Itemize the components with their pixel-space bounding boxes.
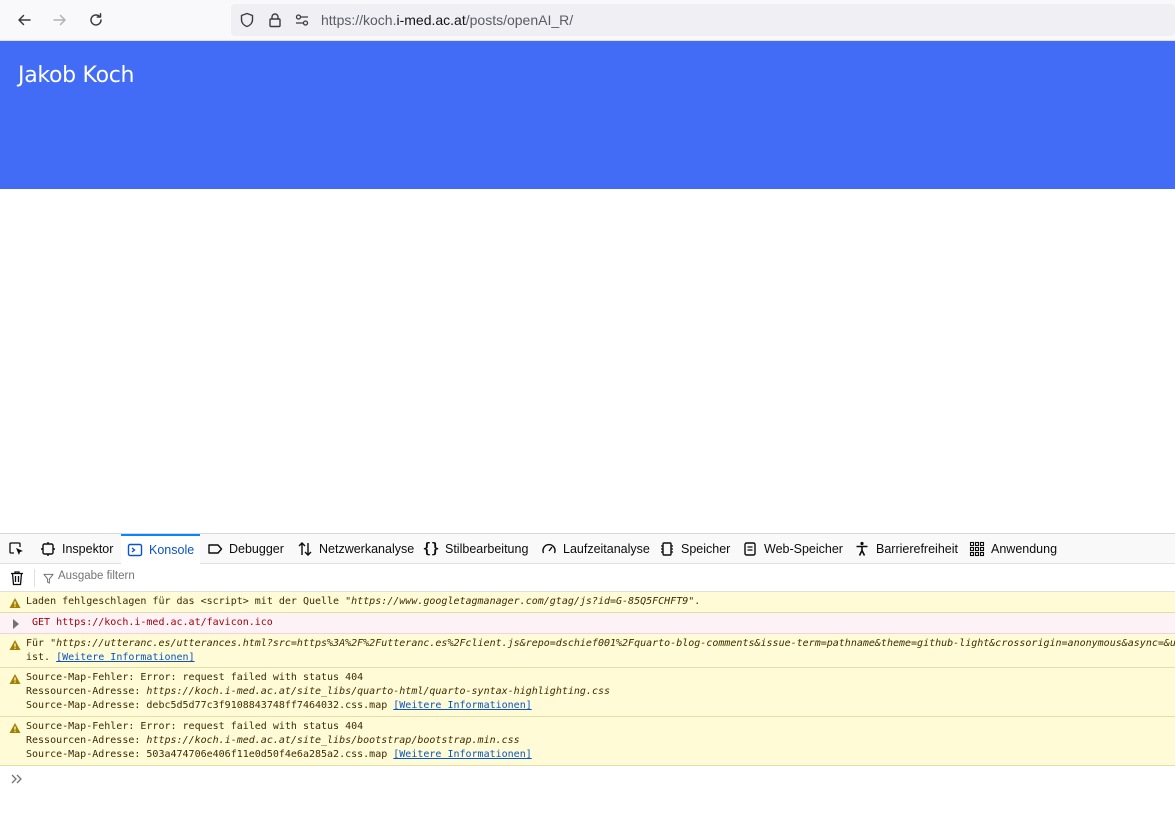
message-text: Source-Map-Adresse: 503a474706e406f11e0d… xyxy=(0,748,1175,762)
devtools-panel: Inspektor Konsole Debugger Netzwerkanaly… xyxy=(0,533,1175,831)
learn-more-link[interactable]: [Weitere Informationen] xyxy=(393,749,531,760)
message-part: Source-Map-Adresse: debc5d5d77c3f9108843… xyxy=(26,700,388,711)
console-message-warning[interactable]: Für "https://utteranc.es/utterances.html… xyxy=(0,634,1175,668)
console-input-row[interactable] xyxy=(0,766,1175,792)
site-title[interactable]: Jakob Koch xyxy=(18,63,134,88)
accessibility-icon xyxy=(854,541,870,557)
console-output: Laden fehlgeschlagen für das <script> mi… xyxy=(0,592,1175,792)
message-text: GET https://koch.i-med.ac.at/favicon.ico xyxy=(0,616,1175,630)
console-message-warning[interactable]: Laden fehlgeschlagen für das <script> mi… xyxy=(0,592,1175,613)
message-text: Laden fehlgeschlagen für das <script> mi… xyxy=(0,595,1175,609)
performance-icon xyxy=(541,541,557,557)
message-url: https://utteranc.es/utterances.html?src=… xyxy=(56,638,1175,649)
learn-more-link[interactable]: [Weitere Informationen] xyxy=(393,700,531,711)
storage-icon xyxy=(742,541,758,557)
forward-button[interactable] xyxy=(48,8,72,32)
warning-icon xyxy=(9,723,21,733)
tab-label: Barrierefreiheit xyxy=(876,542,958,556)
tab-style-editor[interactable]: {} Stilbearbeitung xyxy=(422,534,529,564)
message-part: Source-Map-Adresse: 503a474706e406f11e0d… xyxy=(26,749,388,760)
message-part: Ressourcen-Adresse: xyxy=(26,735,147,746)
tab-label: Web-Speicher xyxy=(764,542,843,556)
message-url: https://koch.i-med.ac.at/site_libs/boots… xyxy=(146,735,520,746)
tab-inspector[interactable]: Inspektor xyxy=(40,534,113,564)
console-filterbar xyxy=(0,564,1175,592)
console-filter-input[interactable] xyxy=(58,570,358,582)
prompt-chevrons-icon xyxy=(11,774,22,784)
filter-separator xyxy=(34,569,35,587)
message-part: Ressourcen-Adresse: xyxy=(26,686,147,697)
console-message-network-error[interactable]: GET https://koch.i-med.ac.at/favicon.ico xyxy=(0,613,1175,634)
message-text: Source-Map-Adresse: debc5d5d77c3f9108843… xyxy=(0,699,1175,713)
warning-icon xyxy=(9,598,21,608)
tab-memory[interactable]: Speicher xyxy=(659,534,730,564)
tab-label: Konsole xyxy=(149,543,195,557)
message-text: ist. [Weitere Informationen] xyxy=(0,651,1175,665)
debugger-icon xyxy=(207,541,223,557)
message-part: Laden fehlgeschlagen für das <script> mi… xyxy=(26,596,352,607)
site-header: Jakob Koch xyxy=(0,41,1175,189)
warning-icon xyxy=(9,674,21,684)
tab-label: Laufzeitanalyse xyxy=(563,542,650,556)
element-picker-icon[interactable] xyxy=(8,541,24,557)
message-part: Für " xyxy=(26,638,57,649)
back-button[interactable] xyxy=(12,8,36,32)
url-prefix: https://koch. xyxy=(321,12,397,28)
network-icon xyxy=(297,541,313,557)
message-text: Source-Map-Fehler: Error: request failed… xyxy=(26,672,364,683)
message-text: Ressourcen-Adresse: https://koch.i-med.a… xyxy=(0,685,1175,699)
browser-toolbar: https://koch.i-med.ac.at/posts/openAI_R/ xyxy=(0,0,1175,41)
console-icon xyxy=(127,542,143,558)
request-url: https://koch.i-med.ac.at/favicon.ico xyxy=(56,617,273,628)
url-text: https://koch.i-med.ac.at/posts/openAI_R/ xyxy=(321,12,573,28)
reload-button[interactable] xyxy=(84,8,108,32)
tab-performance[interactable]: Laufzeitanalyse xyxy=(541,534,650,564)
expand-arrow-icon[interactable] xyxy=(12,618,20,630)
tab-storage[interactable]: Web-Speicher xyxy=(742,534,843,564)
address-bar[interactable]: https://koch.i-med.ac.at/posts/openAI_R/ xyxy=(231,4,1175,36)
tab-label: Stilbearbeitung xyxy=(445,542,529,556)
warning-icon xyxy=(9,640,21,650)
tab-label: Anwendung xyxy=(991,542,1058,556)
inspector-icon xyxy=(40,541,56,557)
message-url: https://www.googletagmanager.com/gtag/js… xyxy=(351,596,689,607)
lock-icon[interactable] xyxy=(267,12,283,28)
request-method: GET xyxy=(32,617,51,628)
reload-icon xyxy=(90,13,102,26)
application-icon xyxy=(969,541,985,557)
filter-icon xyxy=(43,573,54,584)
style-editor-icon: {} xyxy=(422,541,440,557)
tab-label: Netzwerkanalyse xyxy=(319,542,415,556)
learn-more-link[interactable]: [Weitere Informationen] xyxy=(56,652,194,663)
memory-icon xyxy=(659,541,675,557)
trash-icon[interactable] xyxy=(10,570,24,586)
message-url: https://koch.i-med.ac.at/site_libs/quart… xyxy=(146,686,611,697)
tab-accessibility[interactable]: Barrierefreiheit xyxy=(854,534,958,564)
tab-application[interactable]: Anwendung xyxy=(969,534,1057,564)
shield-icon[interactable] xyxy=(239,12,255,28)
console-message-warning[interactable]: Source-Map-Fehler: Error: request failed… xyxy=(0,717,1175,766)
tab-label: Inspektor xyxy=(62,542,114,556)
message-part: ist. xyxy=(26,652,51,663)
url-path: /posts/openAI_R/ xyxy=(465,12,574,28)
devtools-tabbar: Inspektor Konsole Debugger Netzwerkanaly… xyxy=(0,534,1175,564)
message-part: ". xyxy=(688,596,701,607)
console-message-warning[interactable]: Source-Map-Fehler: Error: request failed… xyxy=(0,668,1175,717)
message-text: Ressourcen-Adresse: https://koch.i-med.a… xyxy=(0,734,1175,748)
permissions-icon[interactable] xyxy=(294,12,310,28)
tab-debugger[interactable]: Debugger xyxy=(207,534,284,564)
message-text: Für "https://utteranc.es/utterances.html… xyxy=(0,637,1175,651)
url-host: i-med.ac.at xyxy=(396,12,466,28)
tab-network[interactable]: Netzwerkanalyse xyxy=(297,534,414,564)
message-text: Source-Map-Fehler: Error: request failed… xyxy=(26,721,364,732)
tab-label: Debugger xyxy=(229,542,284,556)
arrow-right-icon xyxy=(53,14,66,26)
arrow-left-icon xyxy=(18,14,31,26)
tab-console[interactable]: Konsole xyxy=(121,534,200,564)
tab-label: Speicher xyxy=(681,542,731,556)
